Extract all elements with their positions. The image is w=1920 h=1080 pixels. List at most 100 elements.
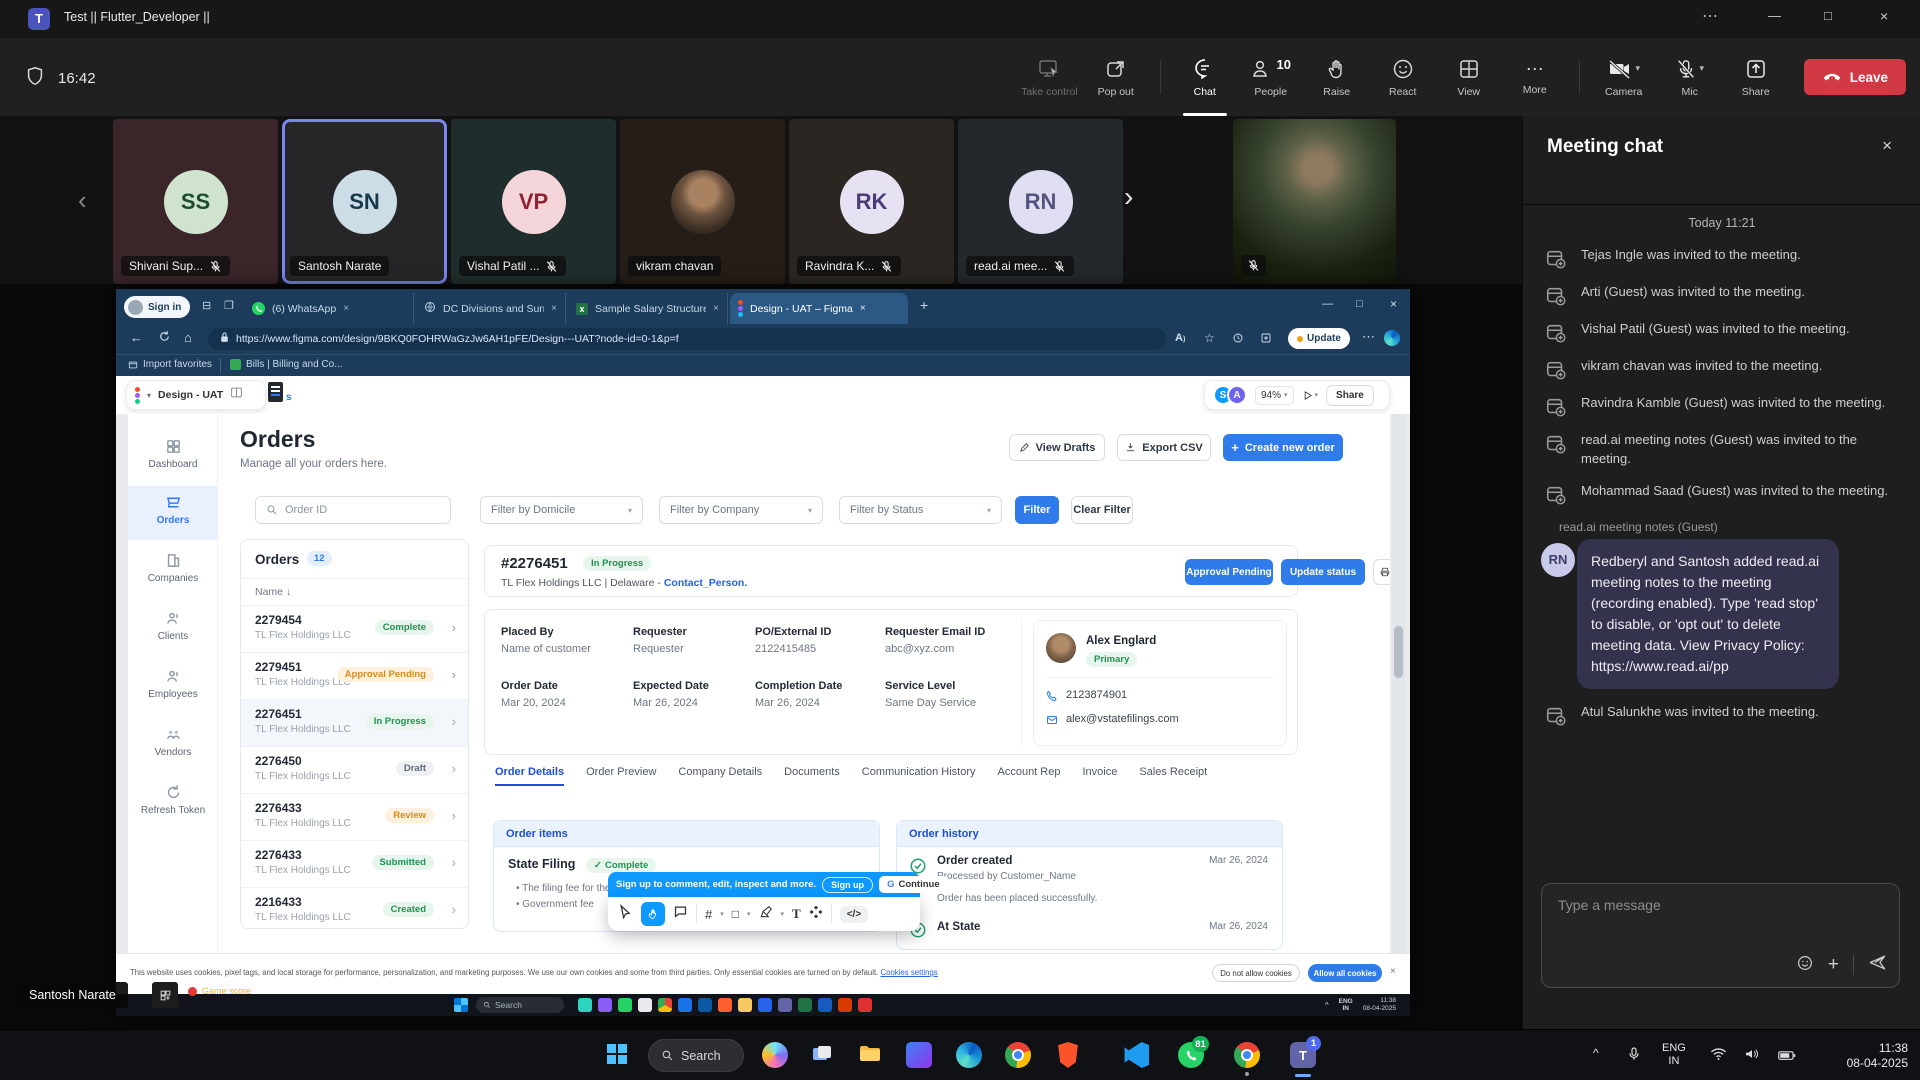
- export-csv-button[interactable]: Export CSV: [1117, 434, 1211, 461]
- tab-order-details[interactable]: Order Details: [495, 766, 564, 786]
- tab-actions-icon[interactable]: ❐: [224, 299, 234, 312]
- history-icon[interactable]: [1232, 331, 1244, 349]
- vscode-icon[interactable]: [1123, 1042, 1149, 1068]
- contact-email[interactable]: alex@vstatefilings.com: [1066, 713, 1179, 725]
- scrollbar-thumb[interactable]: [1394, 626, 1403, 678]
- shared-taskbar-icon[interactable]: [778, 998, 792, 1012]
- comment-tool-icon[interactable]: [673, 904, 688, 924]
- shared-taskbar-icon[interactable]: [738, 998, 752, 1012]
- edge-icon[interactable]: [956, 1042, 982, 1068]
- shared-taskbar-icon[interactable]: [598, 998, 612, 1012]
- google-continue-button[interactable]: GContinue: [879, 876, 948, 893]
- browser-scrollbar[interactable]: [1392, 414, 1405, 953]
- browser-close-icon[interactable]: ×: [1390, 297, 1397, 311]
- photos-icon[interactable]: [906, 1042, 932, 1068]
- sidebar-item-dashboard[interactable]: Dashboard: [128, 438, 218, 470]
- tab-company-details[interactable]: Company Details: [678, 766, 762, 778]
- sidebar-item-clients[interactable]: Clients: [128, 610, 218, 642]
- video-tile[interactable]: SS Shivani Sup...: [113, 119, 278, 284]
- taskbar-clock[interactable]: 11:3808-04-2025: [1820, 1041, 1908, 1071]
- language-indicator[interactable]: ENGIN: [1662, 1042, 1686, 1067]
- start-icon[interactable]: [454, 998, 468, 1012]
- order-row[interactable]: 2279454TL Flex Holdings LLC Complete›: [241, 606, 468, 653]
- file-explorer-icon[interactable]: [858, 1042, 884, 1068]
- view-drafts-button[interactable]: View Drafts: [1009, 434, 1105, 461]
- shared-search-box[interactable]: Search: [476, 997, 564, 1013]
- send-icon[interactable]: [1868, 953, 1887, 977]
- back-icon[interactable]: ←: [130, 330, 143, 345]
- browser-tab[interactable]: DC Divisions and Surroundings×: [416, 293, 566, 324]
- deny-cookies-button[interactable]: Do not allow cookies: [1212, 964, 1300, 982]
- wifi-icon[interactable]: [1710, 1047, 1727, 1066]
- shared-taskbar-icon[interactable]: [698, 998, 712, 1012]
- name-column-header[interactable]: Name ↓: [255, 586, 291, 598]
- shared-taskbar-icon[interactable]: [618, 998, 632, 1012]
- shared-taskbar-icon[interactable]: [818, 998, 832, 1012]
- mic-button[interactable]: ▾ Mic: [1662, 38, 1718, 116]
- create-new-order-button[interactable]: + Create new order: [1223, 434, 1343, 461]
- copilot-icon[interactable]: [762, 1042, 788, 1068]
- volume-icon[interactable]: [1744, 1047, 1760, 1066]
- more-button[interactable]: ⋯ More: [1507, 38, 1563, 116]
- shared-taskbar-icon[interactable]: [678, 998, 692, 1012]
- hand-tool-icon-active[interactable]: [641, 902, 665, 926]
- brave-icon[interactable]: [1055, 1042, 1081, 1068]
- people-button[interactable]: 10 People: [1243, 38, 1299, 116]
- frame-tool-icon[interactable]: #: [705, 907, 712, 922]
- tray-chevron-icon[interactable]: ^: [1325, 1001, 1329, 1010]
- video-tile-active-speaker[interactable]: SN Santosh Narate: [282, 119, 447, 284]
- new-tab-icon[interactable]: +: [920, 297, 928, 313]
- order-row[interactable]: 2276433TL Flex Holdings LLC Submitted›: [241, 841, 468, 888]
- tray-mic-icon[interactable]: [1626, 1045, 1642, 1068]
- taskbar-search-box[interactable]: Search: [648, 1039, 744, 1072]
- attach-plus-icon[interactable]: +: [1828, 957, 1839, 973]
- sidebar-item-orders[interactable]: Orders: [128, 494, 218, 526]
- browser-signin-button[interactable]: Sign in: [124, 296, 190, 318]
- allow-cookies-button[interactable]: Allow all cookies: [1308, 964, 1382, 982]
- shared-taskbar-icon[interactable]: [858, 998, 872, 1012]
- emoji-icon[interactable]: [1796, 954, 1814, 977]
- chat-button[interactable]: Chat: [1177, 38, 1233, 116]
- score-widget[interactable]: Game score: [188, 986, 251, 996]
- cookie-settings-link[interactable]: Cookies settings: [881, 968, 938, 977]
- video-tile[interactable]: RN read.ai mee...: [958, 119, 1123, 284]
- shared-taskbar-icon[interactable]: [718, 998, 732, 1012]
- share-button[interactable]: Share: [1728, 38, 1784, 116]
- read-aloud-icon[interactable]: A): [1175, 332, 1185, 344]
- edge-logo-icon[interactable]: [1384, 330, 1400, 346]
- figma-sign-up-button[interactable]: Sign up: [822, 877, 873, 893]
- raise-hand-button[interactable]: Raise: [1309, 38, 1365, 116]
- shared-taskbar-icon[interactable]: [578, 998, 592, 1012]
- chrome-profile-icon[interactable]: [1234, 1042, 1260, 1068]
- address-bar[interactable]: https://www.figma.com/design/9BKQ0FOHRWa…: [208, 328, 1166, 350]
- chat-close-icon[interactable]: ×: [1882, 136, 1892, 156]
- refresh-icon[interactable]: [158, 330, 171, 348]
- tray-chevron-icon[interactable]: ^: [1593, 1046, 1599, 1060]
- filter-domicile-dropdown[interactable]: Filter by Domicile▾: [480, 496, 643, 524]
- tab-documents[interactable]: Documents: [784, 766, 840, 778]
- update-button[interactable]: Update: [1288, 328, 1350, 349]
- shape-tool-icon[interactable]: □: [732, 907, 739, 921]
- vertical-tabs-icon[interactable]: ⊟: [202, 299, 211, 312]
- browser-minimize-icon[interactable]: —: [1322, 298, 1333, 310]
- order-row[interactable]: 2276450TL Flex Holdings LLC Draft›: [241, 747, 468, 794]
- react-button[interactable]: React: [1375, 38, 1431, 116]
- scroll-right-icon[interactable]: ›: [1124, 181, 1133, 213]
- tab-communication-history[interactable]: Communication History: [862, 766, 976, 778]
- shared-language-indicator[interactable]: ENGIN: [1339, 998, 1353, 1013]
- filter-company-dropdown[interactable]: Filter by Company▾: [659, 496, 823, 524]
- browser-maximize-icon[interactable]: □: [1356, 298, 1363, 310]
- clear-filter-button[interactable]: Clear Filter: [1071, 496, 1133, 524]
- update-status-button[interactable]: Update status: [1281, 559, 1365, 585]
- chat-input[interactable]: Type a message +: [1541, 883, 1900, 988]
- shared-clock[interactable]: 11:3808-04-2025: [1363, 997, 1396, 1013]
- browser-tab-active[interactable]: Design - UAT – Figma×: [730, 293, 908, 324]
- figma-share-button[interactable]: Share: [1326, 385, 1374, 406]
- sidebar-item-refresh-token[interactable]: Refresh Token: [128, 784, 218, 816]
- video-tile[interactable]: VP Vishal Patil ...: [451, 119, 616, 284]
- order-row[interactable]: 2279451TL Flex Holdings LLC Approval Pen…: [241, 653, 468, 700]
- pop-out-button[interactable]: Pop out: [1088, 38, 1144, 116]
- filter-status-dropdown[interactable]: Filter by Status▾: [839, 496, 1002, 524]
- favorite-star-icon[interactable]: ☆: [1204, 331, 1215, 345]
- order-row[interactable]: 2216433TL Flex Holdings LLC Created›: [241, 888, 468, 929]
